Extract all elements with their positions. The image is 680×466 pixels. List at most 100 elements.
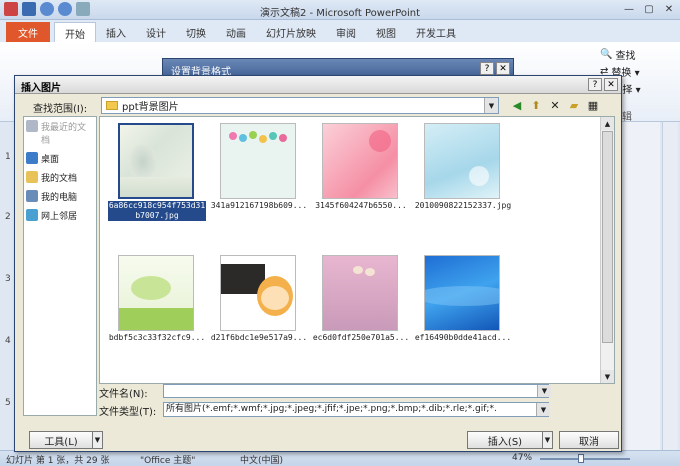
tab-insert[interactable]: 插入	[96, 22, 136, 42]
file-name: ec6d0fdf250e701a5...	[312, 333, 410, 342]
scroll-up-icon[interactable]: ▲	[601, 117, 614, 130]
thumbnail-image	[424, 255, 500, 331]
filetype-dropdown[interactable]: 所有图片(*.emf;*.wmf;*.jpg;*.jpeg;*.jfif;*.j…	[163, 402, 549, 417]
slide-number: 5	[5, 398, 11, 408]
thumbnail-image	[118, 123, 194, 199]
slide-counter: 幻灯片 第 1 张，共 29 张	[6, 456, 110, 466]
slide-canvas-edge	[620, 122, 660, 452]
dialog-titlebar: 插入图片 ? ✕	[15, 76, 621, 94]
find-icon: 🔍	[600, 49, 613, 60]
lookin-label: 查找范围(I):	[33, 104, 88, 115]
place-my-documents[interactable]: 我的文档	[24, 168, 96, 187]
thumbnail-image	[424, 123, 500, 199]
slide-number: 2	[5, 212, 11, 222]
dialog-title: 插入图片	[21, 83, 61, 94]
up-folder-icon[interactable]: ⬆	[528, 97, 544, 113]
back-icon[interactable]: ◀	[509, 97, 525, 113]
filename-dropdown-icon[interactable]: ▼	[537, 385, 551, 397]
zoom-level[interactable]: 47%	[512, 453, 532, 463]
file-thumbnail[interactable]: d21f6bdc1e9e517a9...	[210, 255, 308, 343]
views-icon[interactable]: ▦	[585, 97, 601, 113]
filetype-chevron-icon[interactable]: ▼	[536, 403, 550, 416]
chevron-down-icon[interactable]: ▼	[484, 98, 498, 113]
place-label: 我最近的文档	[41, 123, 87, 146]
tools-dropdown-icon[interactable]: ▼	[93, 431, 103, 449]
tab-transitions[interactable]: 切换	[176, 22, 216, 42]
place-label: 网上邻居	[41, 212, 78, 222]
ppt-titlebar: 演示文稿2 - Microsoft PowerPoint — ▢ ✕	[0, 0, 680, 20]
tab-review[interactable]: 审阅	[326, 22, 366, 42]
tab-animations[interactable]: 动画	[216, 22, 256, 42]
help-button[interactable]: ?	[480, 62, 494, 75]
insert-dropdown-icon[interactable]: ▼	[543, 431, 553, 449]
slide-number: 4	[5, 336, 11, 346]
filetype-label: 文件类型(T):	[99, 407, 157, 418]
place-network[interactable]: 网上邻居	[24, 206, 96, 225]
thumbnail-image	[220, 255, 296, 331]
cancel-button[interactable]: 取消	[559, 431, 619, 449]
tab-developer[interactable]: 开发工具	[406, 22, 466, 42]
place-recent[interactable]: 我最近的文档	[24, 117, 96, 149]
insert-picture-dialog: 插入图片 ? ✕ 查找范围(I): ppt背景图片 ▼ ◀ ⬆ ✕ ▰ ▦ 我最…	[14, 75, 622, 452]
zoom-slider[interactable]	[540, 458, 630, 460]
tools-button[interactable]: 工具(L)	[29, 431, 93, 449]
desktop-icon	[26, 152, 38, 164]
vertical-scrollbar[interactable]	[662, 122, 678, 452]
tab-slideshow[interactable]: 幻灯片放映	[256, 22, 326, 42]
file-name: 341a912167198b609...	[210, 201, 308, 210]
language-indicator[interactable]: 中文(中国)	[240, 453, 283, 466]
file-thumbnail[interactable]: ef16490b0dde41acd...	[414, 255, 512, 343]
ribbon-tabs: 文件 开始 插入 设计 切换 动画 幻灯片放映 审阅 视图 开发工具	[0, 20, 680, 42]
place-label: 我的文档	[41, 174, 78, 184]
dialog-toolbar: ◀ ⬆ ✕ ▰ ▦	[509, 97, 601, 113]
file-thumbnail[interactable]: ec6d0fdf250e701a5...	[312, 255, 410, 343]
folder-icon	[106, 101, 118, 110]
theme-name: "Office 主题"	[140, 456, 196, 466]
file-name: 6a86cc918c954f753d31b7007.jpg	[108, 201, 206, 221]
tab-home[interactable]: 开始	[54, 22, 96, 42]
window-title: 演示文稿2 - Microsoft PowerPoint	[259, 8, 421, 19]
file-thumbnail[interactable]: 3145f604247b6550...	[312, 123, 410, 211]
zoom-slider-thumb[interactable]	[578, 454, 584, 463]
minimize-icon[interactable]: —	[620, 1, 638, 17]
slide-number: 1	[5, 152, 11, 162]
lookin-dropdown[interactable]: ppt背景图片 ▼	[101, 97, 499, 114]
insert-button[interactable]: 插入(S)	[467, 431, 543, 449]
maximize-icon[interactable]: ▢	[640, 1, 658, 17]
new-folder-icon[interactable]: ▰	[566, 97, 582, 113]
file-name: 3145f604247b6550...	[315, 201, 407, 210]
tab-design[interactable]: 设计	[136, 22, 176, 42]
thumbnail-image	[322, 255, 398, 331]
recent-docs-icon	[26, 120, 38, 132]
close-button[interactable]: ✕	[496, 62, 510, 75]
delete-icon[interactable]: ✕	[547, 97, 563, 113]
help-button[interactable]: ?	[588, 78, 602, 91]
thumbnail-image	[118, 255, 194, 331]
thumbnail-image	[220, 123, 296, 199]
scrollbar-thumb[interactable]	[602, 131, 613, 343]
scroll-down-icon[interactable]: ▼	[601, 370, 614, 383]
file-list: 6a86cc918c954f753d31b7007.jpg 341a912167…	[99, 116, 615, 384]
find-label: 查找	[615, 51, 636, 62]
file-thumbnail[interactable]: 341a912167198b609...	[210, 123, 308, 211]
close-button[interactable]: ✕	[604, 78, 618, 91]
file-name: 2010090822152337.jpg	[414, 201, 512, 210]
place-desktop[interactable]: 桌面	[24, 149, 96, 168]
status-bar: 幻灯片 第 1 张，共 29 张 "Office 主题" 中文(中国) 47%	[0, 450, 680, 466]
places-bar: 我最近的文档 桌面 我的文档 我的电脑 网上邻居	[23, 116, 97, 416]
filename-input[interactable]	[163, 384, 549, 398]
file-list-scrollbar[interactable]: ▲ ▼	[600, 117, 614, 383]
window-controls: — ▢ ✕	[620, 1, 678, 17]
place-my-computer[interactable]: 我的电脑	[24, 187, 96, 206]
file-thumbnail[interactable]: 6a86cc918c954f753d31b7007.jpg	[108, 123, 206, 221]
find-button[interactable]: 🔍 查找	[600, 46, 676, 63]
lookin-value: ppt背景图片	[122, 102, 179, 113]
place-label: 桌面	[41, 155, 60, 165]
file-thumbnail[interactable]: 2010090822152337.jpg	[414, 123, 512, 211]
tab-view[interactable]: 视图	[366, 22, 406, 42]
close-icon[interactable]: ✕	[660, 1, 678, 17]
my-documents-icon	[26, 171, 38, 183]
tab-file[interactable]: 文件	[6, 22, 50, 42]
file-thumbnail[interactable]: bdbf5c3c33f32cfc9...	[108, 255, 206, 343]
file-name: d21f6bdc1e9e517a9...	[210, 333, 308, 342]
